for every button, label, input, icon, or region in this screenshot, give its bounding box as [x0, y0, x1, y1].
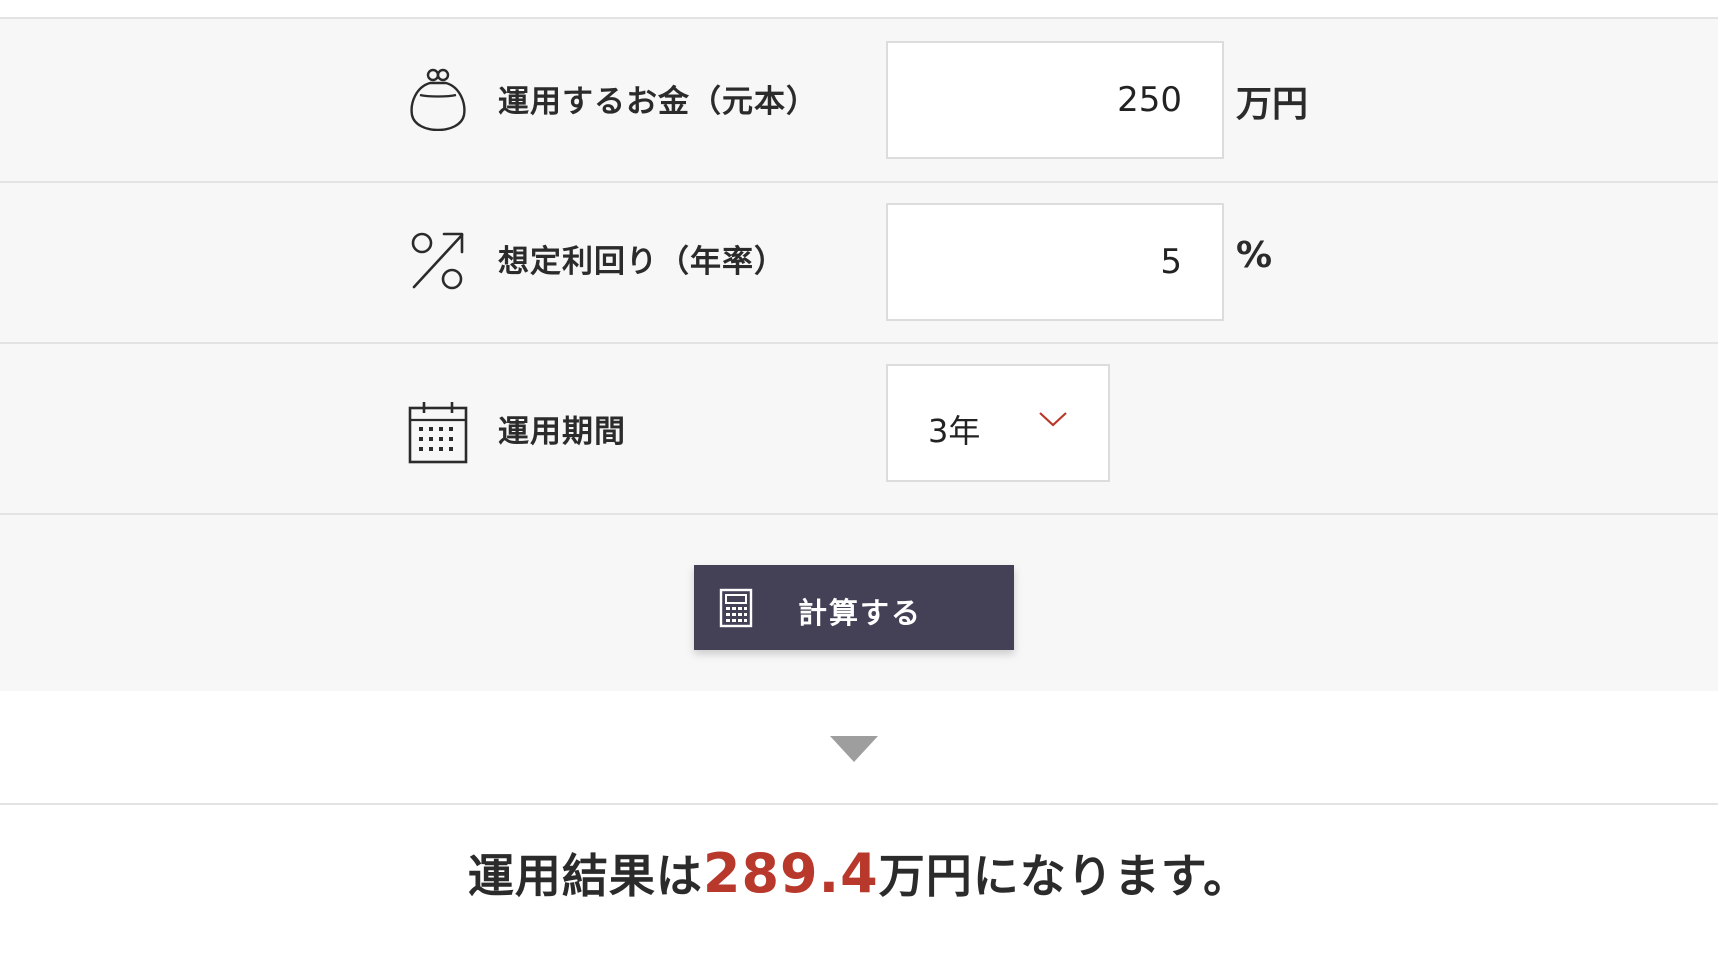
top-strip: [0, 0, 1718, 19]
principal-row: 運用するお金（元本） 万円: [0, 19, 1718, 183]
yield-input[interactable]: [886, 203, 1224, 321]
period-label: 運用期間: [498, 414, 626, 450]
period-selected-value: 3年: [928, 412, 981, 450]
calculate-button-label: 計算する: [798, 596, 923, 630]
yield-row: 想定利回り（年率） %: [0, 181, 1718, 344]
period-select[interactable]: 3年: [886, 364, 1110, 482]
calculate-button[interactable]: 計算する: [694, 565, 1014, 650]
principal-input[interactable]: [886, 41, 1224, 159]
result-suffix: 万円になります。: [878, 849, 1251, 903]
purse-icon: [408, 67, 468, 132]
principal-label: 運用するお金（元本）: [498, 84, 818, 120]
chevron-down-icon: [1038, 410, 1068, 428]
calculator-icon: [719, 588, 753, 628]
period-row: 運用期間 3年: [0, 342, 1718, 515]
percent-up-icon: [408, 229, 468, 293]
yield-label: 想定利回り（年率）: [498, 244, 786, 280]
simulation-form: 運用するお金（元本） 万円 想定利回り（年率） %: [0, 19, 1718, 693]
calendar-icon: [408, 400, 468, 464]
result-divider: [0, 691, 1718, 805]
yield-unit: %: [1236, 235, 1273, 276]
result-text: 運用結果は289.4万円になります。: [0, 840, 1718, 906]
result-prefix: 運用結果は: [467, 849, 703, 903]
result-value: 289.4: [702, 842, 879, 905]
triangle-down-icon: [830, 736, 878, 762]
principal-unit: 万円: [1236, 84, 1309, 125]
